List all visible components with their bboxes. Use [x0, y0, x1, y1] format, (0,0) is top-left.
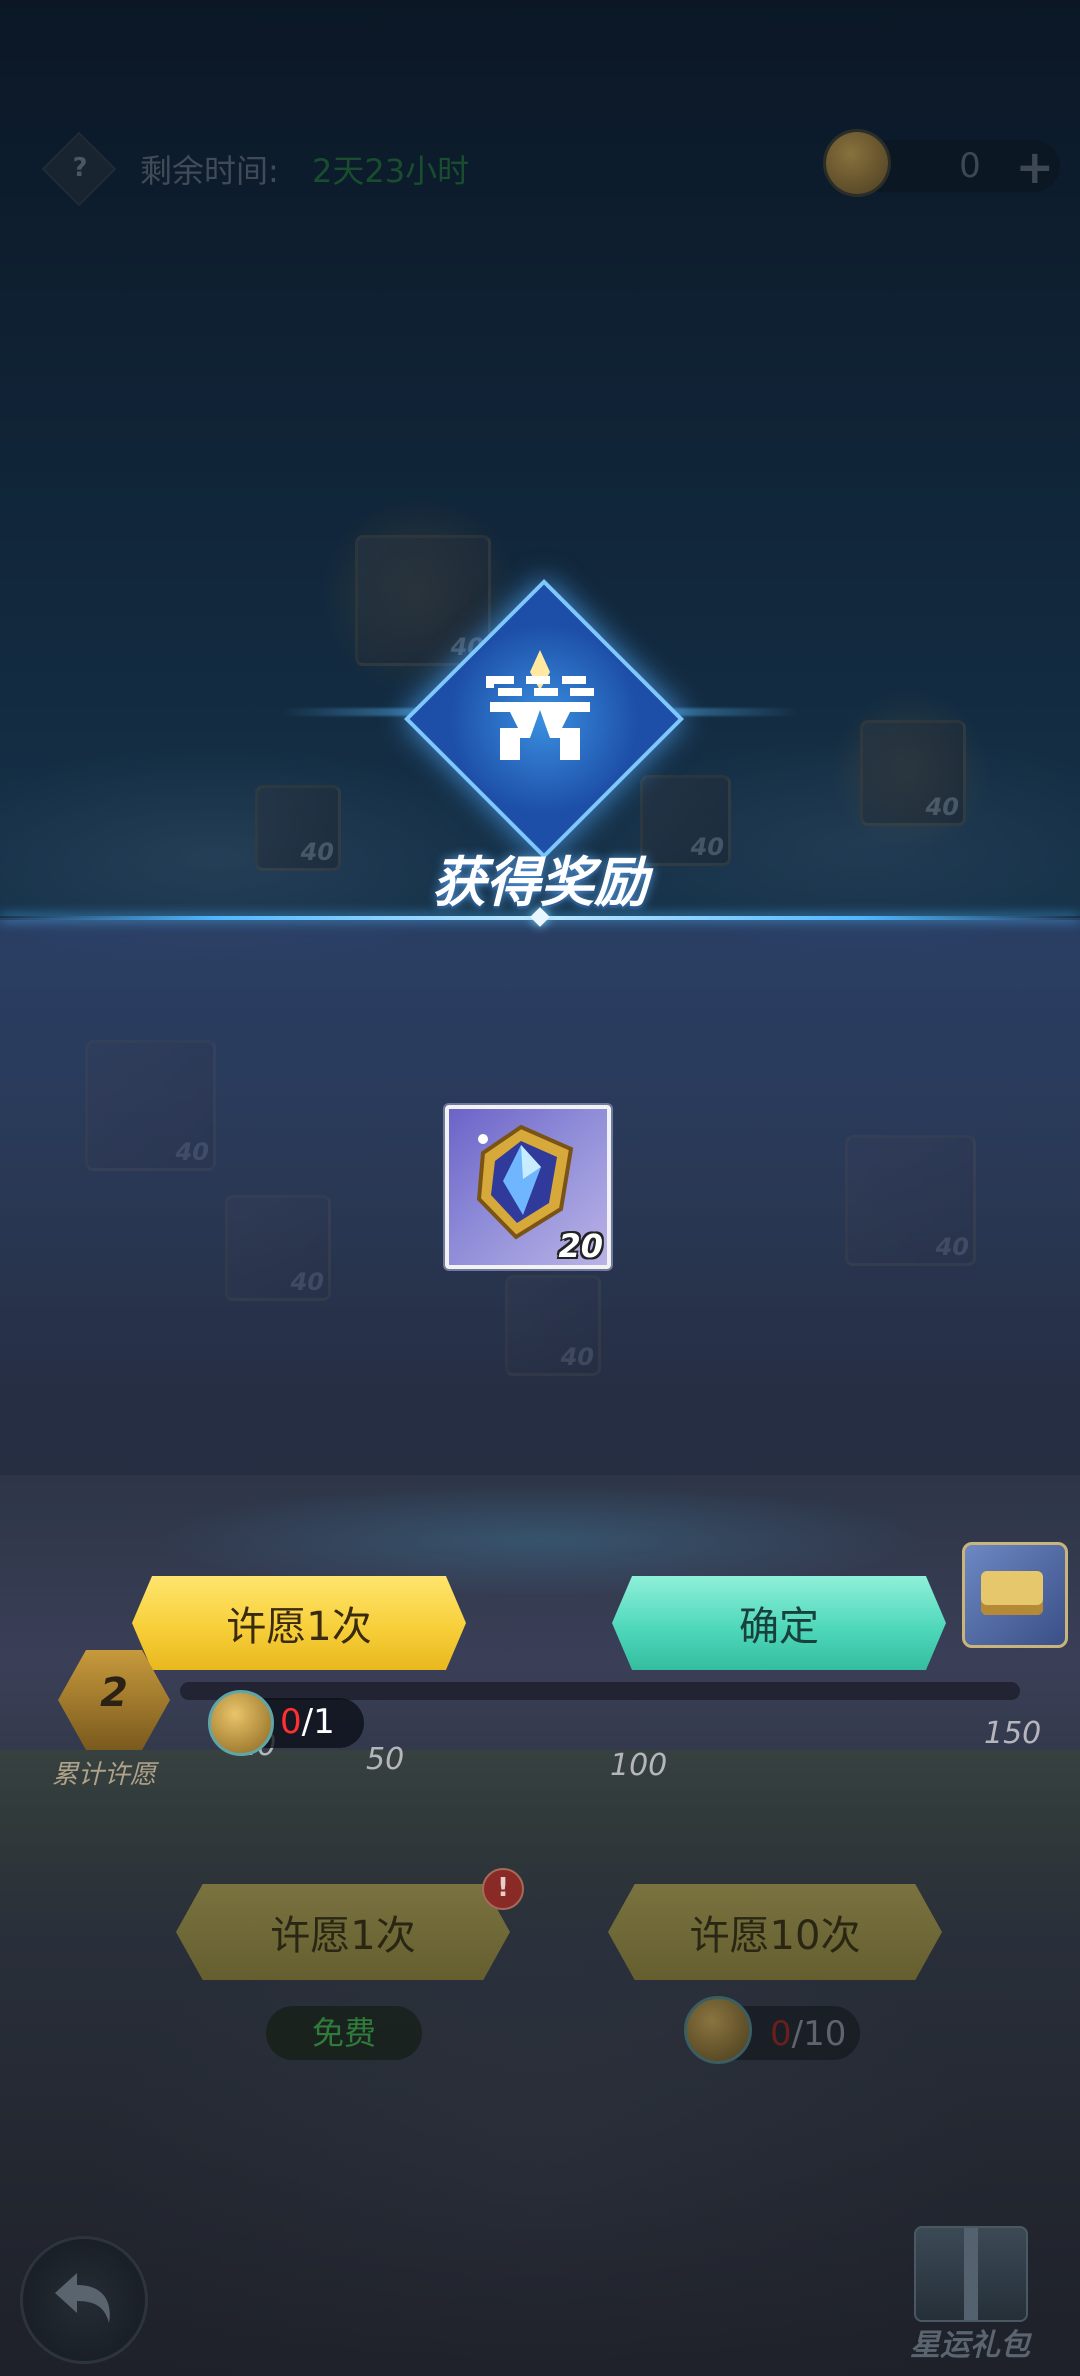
milestone-chest[interactable] — [962, 1542, 1068, 1648]
gift-pack-label: 星运礼包 — [910, 2328, 1030, 2363]
wish-count-label: 累计许愿 — [52, 1760, 157, 1790]
confirm-button[interactable]: 确定 — [612, 1576, 946, 1670]
milestone-label: 50 — [366, 1742, 405, 1777]
wish-cost-pill: 0/1 — [208, 1690, 364, 1756]
wish10-cost-pill: 0/10 — [684, 1996, 860, 2064]
wish-10-button[interactable]: 许愿10次 — [608, 1884, 942, 1980]
chest-emblem-icon — [486, 650, 594, 760]
star-gift-pack-button[interactable]: 星运礼包 — [900, 2214, 1040, 2364]
wish10-cost-count: 0/10 — [770, 2014, 846, 2054]
wish10-cost-total: /10 — [791, 2014, 847, 2054]
coin-icon — [684, 1996, 752, 2064]
wish-once-button[interactable]: 许愿1次 — [132, 1576, 466, 1670]
milestone-label: 100 — [610, 1748, 668, 1783]
alert-icon: ! — [482, 1868, 524, 1910]
reward-item-slot[interactable]: 20 — [445, 1105, 611, 1269]
popup-title: 获得奖励 — [432, 851, 648, 914]
reward-quantity: 20 — [558, 1227, 603, 1265]
wish-cost-current: 0 — [280, 1702, 302, 1742]
wish-cost-total: /1 — [301, 1702, 335, 1742]
wish10-cost-current: 0 — [770, 2014, 792, 2054]
wish-cost-count: 0/1 — [280, 1702, 335, 1742]
coin-icon — [208, 1690, 274, 1756]
free-label: 免费 — [266, 2006, 422, 2060]
back-button[interactable] — [20, 2236, 148, 2364]
wish-1-button[interactable]: 许愿1次 — [176, 1884, 510, 1980]
back-arrow-icon — [55, 2273, 110, 2323]
milestone-label: 150 — [984, 1716, 1042, 1751]
gift-icon — [914, 2226, 1028, 2322]
wish-count: 2 — [100, 1670, 128, 1716]
